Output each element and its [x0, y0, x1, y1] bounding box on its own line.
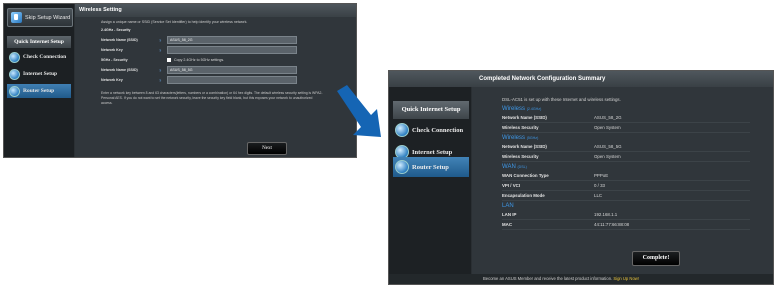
section-title-wireless-24: Wireless (2.4GHz) [502, 106, 542, 112]
row-label: Network Name (SSID) [502, 115, 547, 120]
ssid-24-label: Network Name (SSID) [101, 38, 138, 42]
sidebar-title: Quick Internet Setup [393, 101, 469, 119]
checkbox-icon [167, 58, 171, 62]
row-value: ASUS_58_5G [594, 144, 622, 149]
internet-setup-icon [9, 68, 20, 80]
ssid-5-label: Network Name (SSID) [101, 68, 138, 72]
summary-row: WAN Connection Type PPPoE [502, 171, 750, 181]
router-setup-icon [395, 160, 409, 174]
help-icon[interactable]: ? [159, 38, 167, 43]
page-title: Wireless Setting [75, 4, 356, 17]
row-label: Wireless Security [502, 125, 539, 130]
copy-settings-label: Copy 2.4GHz to 5GHz settings. [174, 58, 225, 62]
row-label: Network Name (SSID) [502, 144, 547, 149]
summary-row: Wireless Security Open System [502, 152, 750, 162]
help-icon[interactable]: ? [159, 48, 167, 53]
summary-row: Encapsulation Mode LLC [502, 191, 750, 201]
page-title: Completed Network Configuration Summary [389, 71, 773, 87]
main-panel: Wireless Setting Assign a unique name or… [75, 4, 356, 157]
wireless-setting-screen: Skip Setup Wizard Quick Internet Setup C… [3, 3, 357, 158]
help-icon[interactable]: ? [159, 78, 167, 83]
check-connection-icon [395, 123, 409, 137]
row-label: WAN Connection Type [502, 173, 549, 178]
ssid-24-row: Network Name (SSID) ? ASUS_58_2G [101, 35, 356, 45]
row-value: 44:11:77:66:88:08 [594, 222, 630, 227]
sidebar-item-label: Router Setup [412, 163, 449, 171]
key-5-row: Network Key ? [101, 75, 356, 85]
summary-screen: Quick Internet Setup Check Connection In… [388, 70, 774, 285]
skip-setup-wizard-button[interactable]: Skip Setup Wizard [7, 8, 73, 27]
footer: Become an ASUS Member and receive the la… [389, 274, 773, 284]
key-5-input[interactable] [167, 76, 297, 84]
summary-row: VPI / VCI 0 / 33 [502, 181, 750, 191]
summary-row: Wireless Security Open System [502, 123, 750, 133]
sign-up-link[interactable]: Sign Up Now! [613, 276, 639, 281]
sidebar-item-check-connection[interactable]: Check Connection [393, 120, 469, 140]
key-24-row: Network Key ? [101, 45, 356, 55]
row-label: LAN IP [502, 212, 517, 217]
sidebar-item-router-setup[interactable]: Router Setup [393, 157, 469, 177]
sidebar: Quick Internet Setup Check Connection In… [389, 71, 471, 284]
security-5-row: 5GHz - Security Copy 2.4GHz to 5GHz sett… [101, 55, 356, 65]
sidebar-item-label: Internet Setup [412, 148, 453, 156]
summary-row: Network Name (SSID) ASUS_58_2G [502, 113, 750, 123]
ssid-24-input[interactable]: ASUS_58_2G [167, 36, 297, 44]
next-button[interactable]: Next [247, 142, 287, 155]
sidebar-item-router-setup[interactable]: Router Setup [7, 84, 71, 98]
summary-row: LAN IP 192.168.1.1 [502, 210, 750, 220]
footer-text: Become an ASUS Member and receive the la… [483, 276, 613, 281]
main-panel: Completed Network Configuration Summary … [389, 71, 773, 284]
row-value: 192.168.1.1 [594, 212, 618, 217]
row-value: LLC [594, 193, 603, 198]
summary-row: Network Name (SSID) ASUS_58_5G [502, 142, 750, 152]
key-5-label: Network Key [101, 78, 123, 82]
sidebar-item-label: Internet Setup [23, 71, 58, 77]
sidebar-item-label: Check Connection [412, 126, 464, 134]
row-value: 0 / 33 [594, 183, 605, 188]
sidebar-item-internet-setup[interactable]: Internet Setup [7, 67, 71, 81]
row-value: Open System [594, 154, 621, 159]
sidebar-item-label: Check Connection [23, 54, 67, 60]
ssid-5-row: Network Name (SSID) ? ASUS_58_5G [101, 65, 356, 75]
section-5ghz-title: 5GHz - Security [101, 58, 128, 62]
complete-button[interactable]: Complete! [632, 251, 680, 266]
ssid-5-input[interactable]: ASUS_58_5G [167, 66, 297, 74]
copy-settings-checkbox[interactable]: Copy 2.4GHz to 5GHz settings. [167, 58, 224, 62]
row-label: VPI / VCI [502, 183, 521, 188]
sidebar: Skip Setup Wizard Quick Internet Setup C… [4, 4, 74, 157]
key-24-label: Network Key [101, 48, 123, 52]
network-key-note: Enter a network key between 8 and 63 cha… [101, 91, 323, 105]
row-value: ASUS_58_2G [594, 115, 622, 120]
section-title-lan: LAN [502, 203, 514, 209]
wizard-icon [11, 12, 22, 23]
row-label: MAC [502, 222, 512, 227]
skip-setup-wizard-label: Skip Setup Wizard [25, 14, 71, 21]
key-24-input[interactable] [167, 46, 297, 54]
row-value: PPPoE [594, 173, 609, 178]
help-icon[interactable]: ? [159, 68, 167, 73]
row-label: Wireless Security [502, 154, 539, 159]
section-title-wireless-5: Wireless (5GHz) [502, 135, 539, 141]
sidebar-item-check-connection[interactable]: Check Connection [7, 50, 71, 64]
row-label: Encapsulation Mode [502, 193, 545, 198]
section-title-wan: WAN (DSL) [502, 164, 527, 170]
intro-text: DSL-AC51 is set up with these Internet a… [502, 97, 621, 102]
sidebar-item-label: Router Setup [23, 88, 55, 94]
row-value: Open System [594, 125, 621, 130]
section-24ghz-title: 2.4GHz - Security [101, 28, 131, 32]
check-connection-icon [9, 51, 20, 63]
router-setup-icon [9, 85, 20, 97]
intro-text: Assign a unique name or SSID (Service Se… [101, 20, 248, 24]
sidebar-title: Quick Internet Setup [7, 36, 71, 48]
summary-row: MAC 44:11:77:66:88:08 [502, 220, 750, 230]
arrow-down-right-icon [337, 85, 381, 137]
